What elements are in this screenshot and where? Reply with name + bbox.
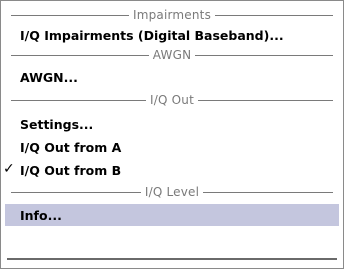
separator-label: Impairments: [132, 8, 212, 22]
separator-label: AWGN: [152, 48, 192, 62]
separator-iq-out: I/Q Out: [11, 92, 333, 108]
menu-item-iq-out-from-b[interactable]: ✓ I/Q Out from B: [1, 159, 343, 181]
menu-bottom-border: [7, 258, 337, 260]
menu-item-settings[interactable]: Settings...: [1, 113, 343, 135]
menu-item-iq-impairments[interactable]: I/Q Impairments (Digital Baseband)...: [1, 24, 343, 46]
separator-label: I/Q Out: [150, 93, 194, 107]
menu-item-iq-out-from-a[interactable]: I/Q Out from A: [1, 136, 343, 158]
menu-item-label: Settings...: [20, 116, 94, 132]
menu-item-info[interactable]: Info...: [5, 204, 339, 226]
separator-impairments: Impairments: [11, 7, 333, 23]
menu-item-label: I/Q Out from B: [20, 162, 122, 178]
menu-item-label: Info...: [20, 207, 62, 223]
menu-item-awgn[interactable]: AWGN...: [1, 66, 343, 88]
context-menu: Impairments I/Q Impairments (Digital Bas…: [0, 0, 344, 269]
checkmark-icon: ✓: [3, 161, 15, 177]
separator-label: I/Q Level: [144, 185, 200, 199]
separator-awgn: AWGN: [11, 47, 333, 63]
menu-item-label: I/Q Out from A: [20, 139, 122, 155]
menu-item-label: I/Q Impairments (Digital Baseband)...: [20, 27, 284, 43]
separator-iq-level: I/Q Level: [11, 184, 334, 200]
menu-item-label: AWGN...: [20, 69, 78, 85]
